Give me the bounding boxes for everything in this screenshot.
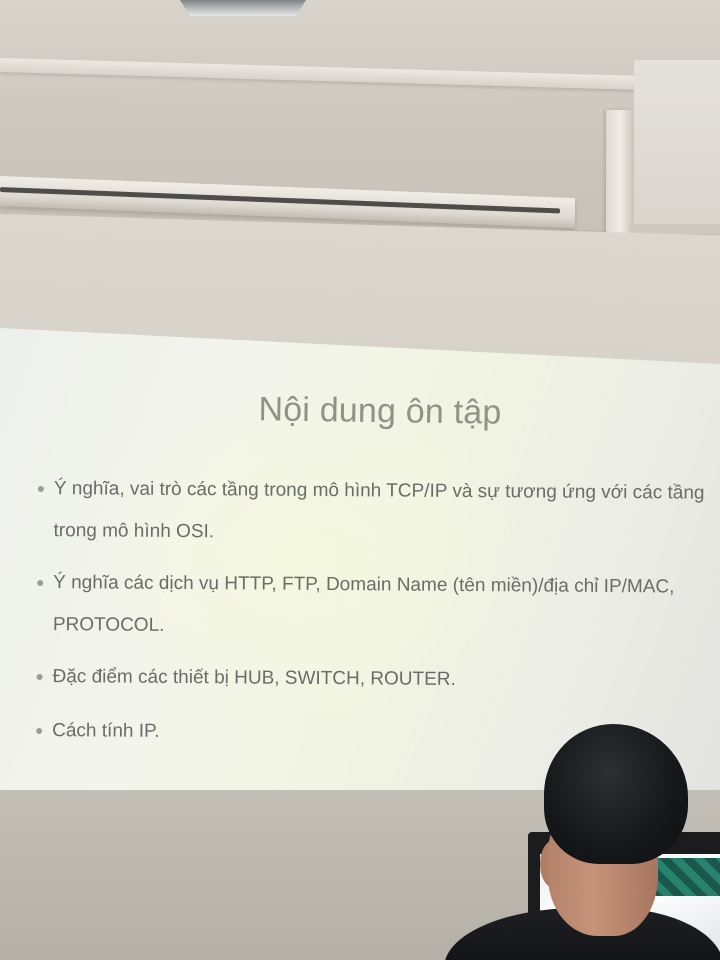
ceiling — [0, 0, 720, 240]
slide-bullet-text: Cách tính IP. — [52, 720, 160, 742]
ceiling-beam — [606, 110, 634, 240]
slide-bullet-list: Ý nghĩa, vai trò các tầng trong mô hình … — [36, 468, 708, 757]
slide-bullet-text: Ý nghĩa, vai trò các tầng trong mô hình … — [53, 478, 705, 543]
slide-bullet-text: Đặc điểm các thiết bị HUB, SWITCH, ROUTE… — [52, 666, 456, 690]
slide-bullet-text: Ý nghĩa các dịch vụ HTTP, FTP, Domain Na… — [52, 572, 675, 636]
ceiling-rail — [0, 58, 640, 90]
ceiling-light — [180, 0, 306, 16]
bullet-dot — [36, 727, 43, 735]
ceiling-corner — [634, 60, 720, 240]
student-hair — [544, 724, 688, 864]
slide-title: Nội dung ôn tập — [258, 390, 502, 432]
air-vent-slot — [0, 187, 560, 214]
bullet-dot — [37, 579, 44, 587]
student — [440, 720, 720, 960]
slide-bullet: Đặc điểm các thiết bị HUB, SWITCH, ROUTE… — [36, 656, 706, 703]
bullet-dot — [36, 673, 43, 681]
slide-bullet: Ý nghĩa các dịch vụ HTTP, FTP, Domain Na… — [37, 562, 708, 651]
classroom-scene: Nội dung ôn tập Ý nghĩa, vai trò các tần… — [0, 0, 720, 960]
slide-bullet: Ý nghĩa, vai trò các tầng trong mô hình … — [37, 468, 708, 557]
bullet-dot — [37, 485, 44, 493]
